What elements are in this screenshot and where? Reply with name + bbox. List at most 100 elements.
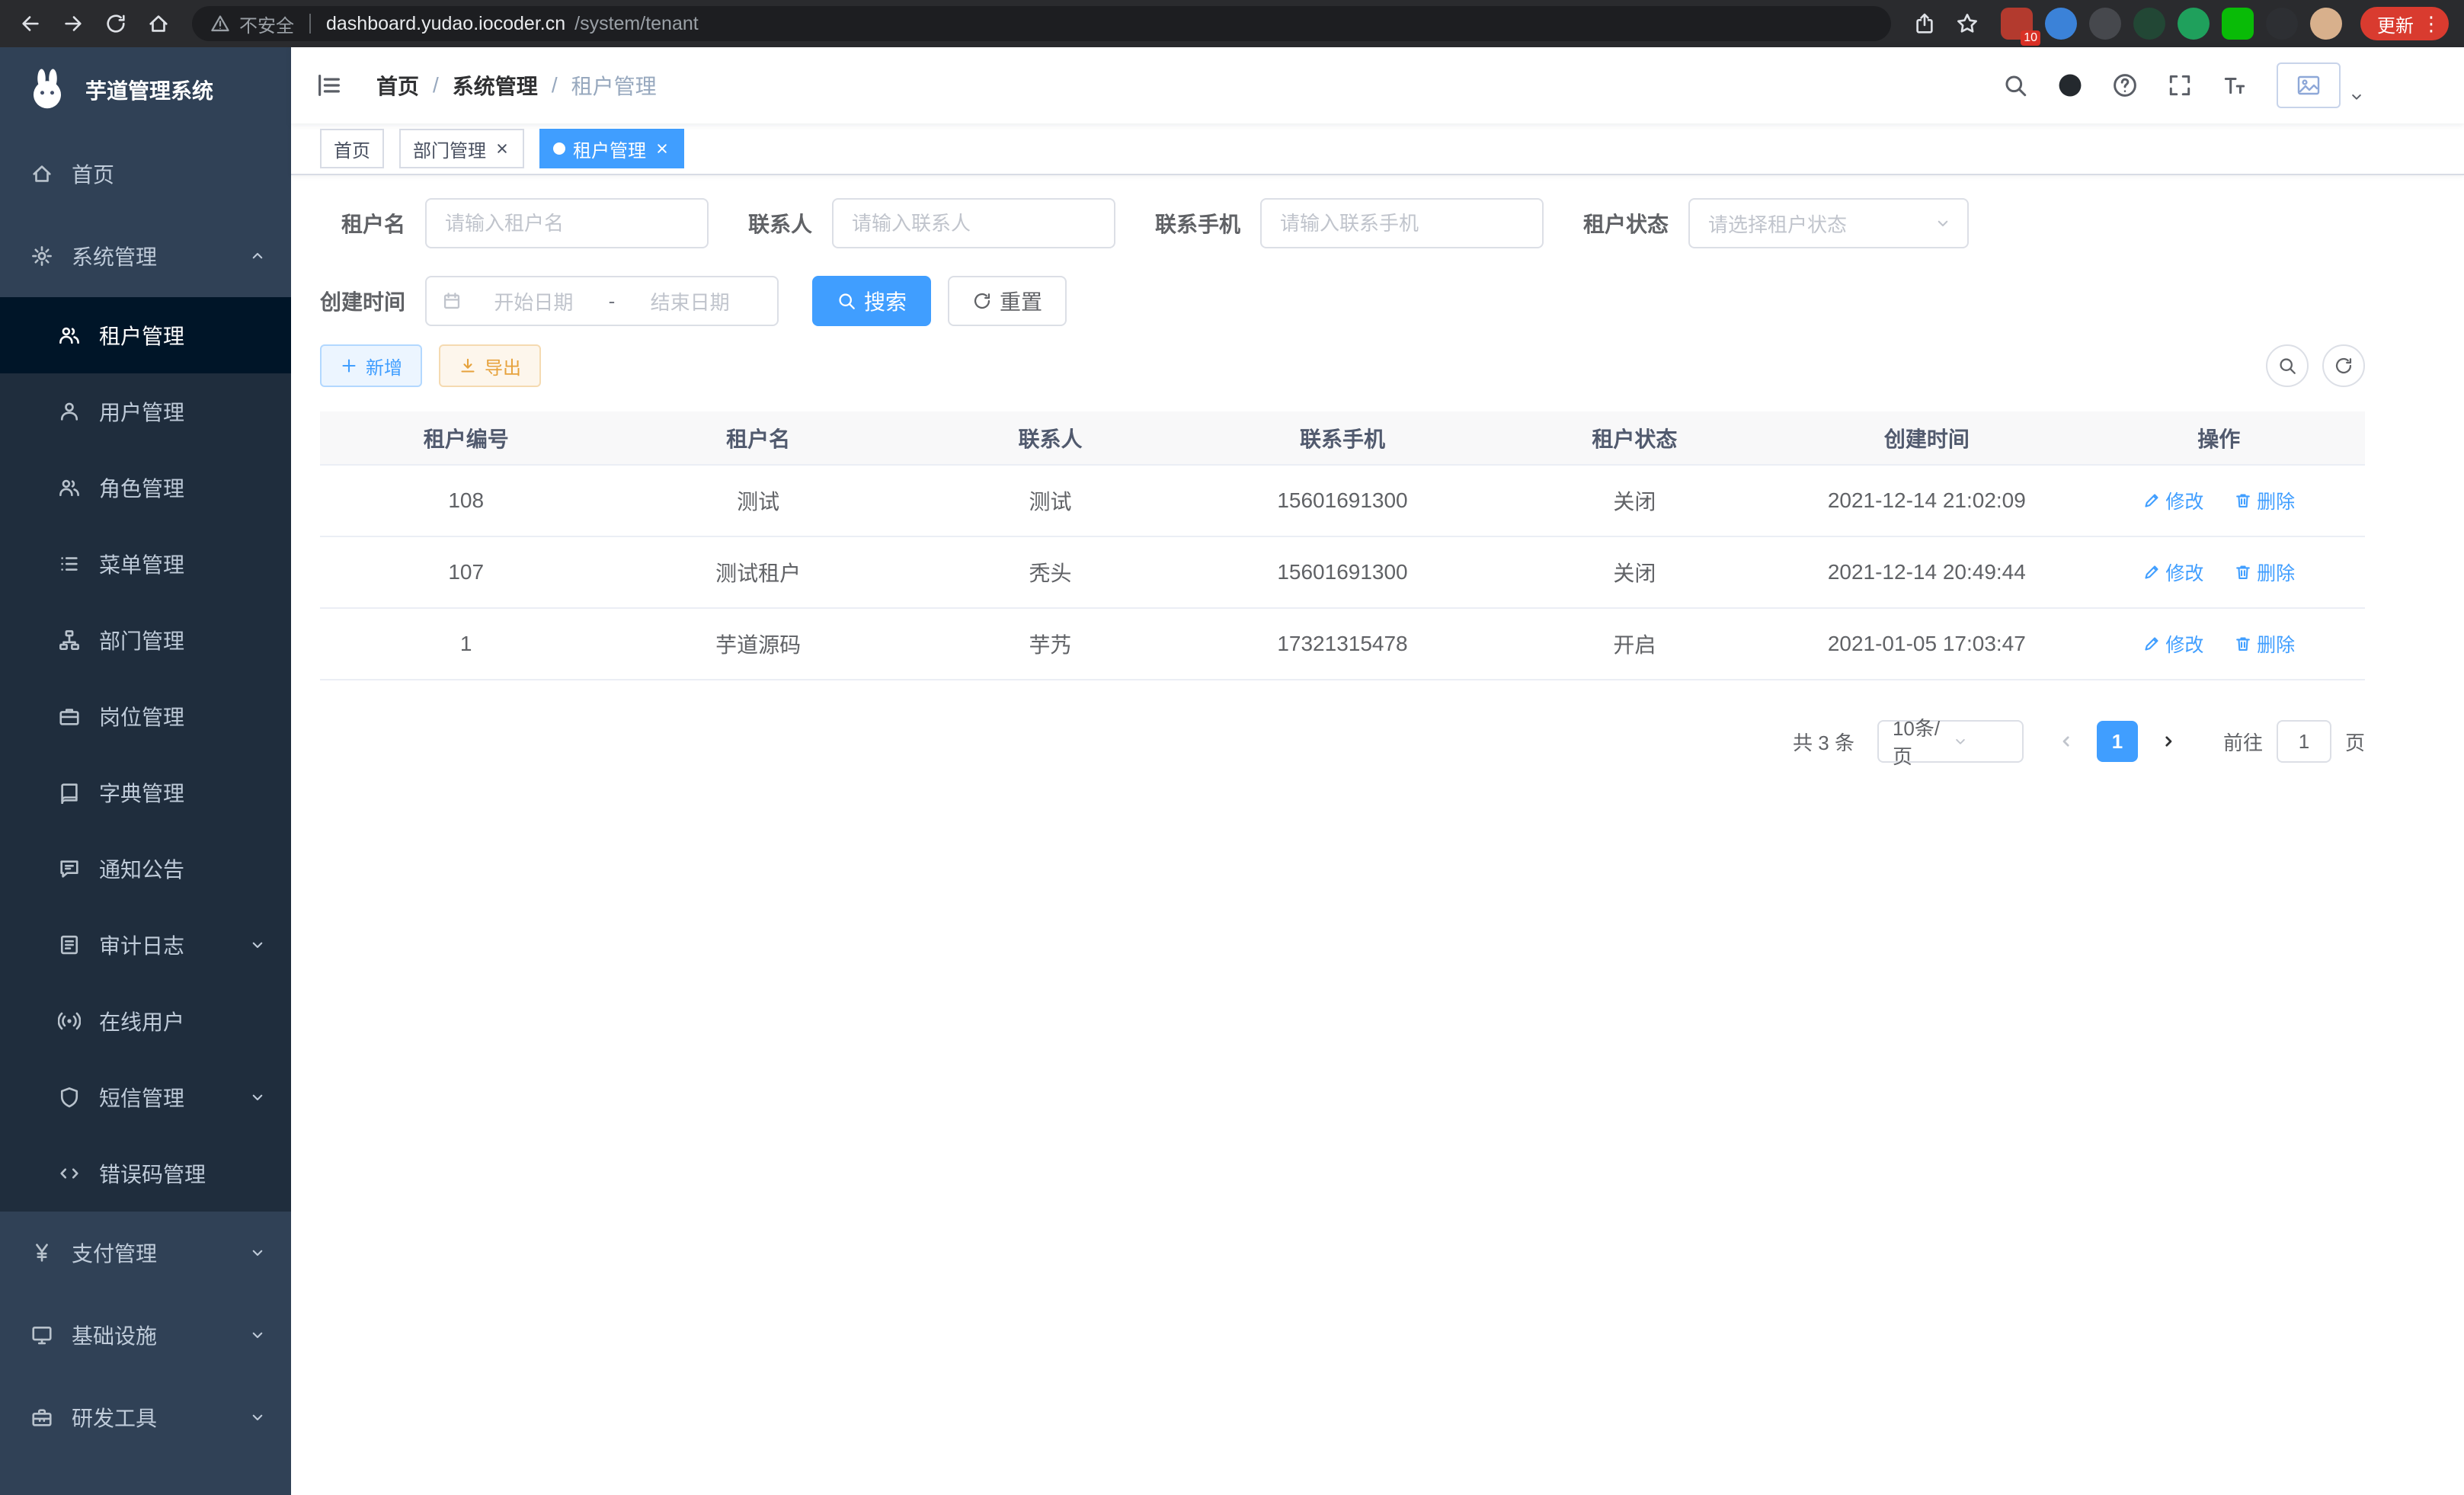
tag-home[interactable]: 首页	[320, 129, 384, 168]
delete-link[interactable]: 删除	[2234, 630, 2295, 658]
sidebar-item-pay[interactable]: 支付管理	[0, 1212, 291, 1294]
close-icon[interactable]	[654, 140, 670, 157]
font-size-button[interactable]	[2222, 72, 2248, 98]
cell-tenant-name: 测试	[612, 465, 904, 536]
browser-home-button[interactable]	[137, 2, 180, 45]
contact-input[interactable]	[832, 198, 1115, 248]
sidebar-toggle-button[interactable]	[291, 47, 367, 123]
user-icon	[58, 400, 81, 423]
add-button[interactable]: 新增	[320, 344, 422, 387]
close-icon[interactable]	[494, 140, 510, 157]
user-avatar-dropdown[interactable]	[2277, 62, 2365, 108]
app-root: 芋道管理系统 首页 系统管理 租户管理 用户管理 角色管理	[0, 47, 2464, 1495]
sidebar-item-audit-log[interactable]: 审计日志	[0, 907, 291, 983]
contact-label: 联系人	[748, 208, 832, 238]
page-size-select[interactable]: 10条/页	[1877, 720, 2024, 763]
sidebar-item-error-code[interactable]: 错误码管理	[0, 1135, 291, 1212]
share-button[interactable]	[1903, 2, 1946, 45]
delete-link[interactable]: 删除	[2234, 487, 2295, 514]
app-logo[interactable]: 芋道管理系统	[0, 47, 291, 133]
extension-icon-3[interactable]	[2089, 8, 2121, 40]
sidebar-item-label: 短信管理	[99, 1082, 184, 1112]
browser-reload-button[interactable]	[94, 2, 137, 45]
extension-icon-1[interactable]: 10	[2001, 8, 2033, 40]
extension-icon-2[interactable]	[2045, 8, 2077, 40]
sidebar-item-post[interactable]: 岗位管理	[0, 678, 291, 754]
next-page-button[interactable]	[2147, 720, 2190, 763]
sidebar-item-menu[interactable]: 菜单管理	[0, 526, 291, 602]
sidebar-item-label: 基础设施	[72, 1320, 157, 1350]
help-button[interactable]	[2112, 72, 2138, 98]
date-end-placeholder: 结束日期	[618, 287, 762, 315]
bookmark-star-button[interactable]	[1946, 2, 1989, 45]
search-button[interactable]: 搜索	[812, 276, 931, 326]
column-header-tenant-name: 租户名	[612, 411, 904, 465]
extension-icon-4[interactable]	[2133, 8, 2165, 40]
chevron-up-icon	[248, 247, 267, 265]
create-time-range-picker[interactable]: 开始日期 - 结束日期	[425, 276, 779, 326]
cell-actions: 修改 删除	[2073, 608, 2365, 680]
sidebar-item-system[interactable]: 系统管理	[0, 215, 291, 297]
tenant-name-input[interactable]	[425, 198, 709, 248]
extension-icon-5[interactable]	[2178, 8, 2210, 40]
sidebar-item-label: 在线用户	[99, 1006, 184, 1036]
sidebar-item-role[interactable]: 角色管理	[0, 450, 291, 526]
update-button[interactable]: 更新 ⋮	[2360, 7, 2449, 40]
tenant-status-select[interactable]: 请选择租户状态	[1688, 198, 1969, 248]
edit-link[interactable]: 修改	[2142, 630, 2203, 658]
sidebar-item-infra[interactable]: 基础设施	[0, 1294, 291, 1376]
browser-profile-avatar[interactable]	[2310, 8, 2342, 40]
cell-created: 2021-12-14 21:02:09	[1781, 465, 2072, 536]
fullscreen-button[interactable]	[2167, 72, 2193, 98]
sidebar-item-label: 用户管理	[99, 396, 184, 427]
cell-tenant-id: 107	[320, 536, 612, 608]
reset-button[interactable]: 重置	[948, 276, 1067, 326]
delete-label: 删除	[2257, 630, 2295, 658]
sidebar-item-label: 审计日志	[99, 930, 184, 960]
extension-icon-7[interactable]	[2266, 8, 2298, 40]
sidebar-item-dict[interactable]: 字典管理	[0, 754, 291, 831]
cell-contact: 秃头	[904, 536, 1196, 608]
sidebar-item-label: 租户管理	[99, 320, 184, 351]
sidebar-item-label: 错误码管理	[99, 1158, 206, 1189]
tag-dept[interactable]: 部门管理	[399, 129, 524, 168]
sidebar-item-sms[interactable]: 短信管理	[0, 1059, 291, 1135]
sidebar-menu: 首页 系统管理 租户管理 用户管理 角色管理 菜单管理	[0, 133, 291, 1495]
extension-icon-6[interactable]	[2222, 8, 2254, 40]
cell-contact: 测试	[904, 465, 1196, 536]
prev-page-button[interactable]	[2045, 720, 2088, 763]
address-bar[interactable]: 不安全 dashboard.yudao.iocoder.cn /system/t…	[192, 6, 1891, 41]
sidebar-item-online-user[interactable]: 在线用户	[0, 983, 291, 1059]
tag-label: 部门管理	[413, 136, 486, 162]
app-header: 首页 / 系统管理 / 租户管理	[291, 47, 2464, 123]
sidebar-item-home[interactable]: 首页	[0, 133, 291, 215]
sidebar-item-dept[interactable]: 部门管理	[0, 602, 291, 678]
refresh-table-button[interactable]	[2322, 344, 2365, 387]
edit-link[interactable]: 修改	[2142, 559, 2203, 586]
browser-back-button[interactable]	[9, 2, 52, 45]
cell-tenant-name: 芋道源码	[612, 608, 904, 680]
edit-link[interactable]: 修改	[2142, 487, 2203, 514]
goto-page-input[interactable]	[2277, 720, 2331, 763]
mobile-input[interactable]	[1260, 198, 1544, 248]
github-link[interactable]	[2057, 72, 2083, 98]
breadcrumb-section[interactable]: 系统管理	[453, 70, 538, 101]
tag-tenant[interactable]: 租户管理	[539, 129, 684, 168]
sidebar-item-dev-tool[interactable]: 研发工具	[0, 1376, 291, 1458]
breadcrumb-home[interactable]: 首页	[376, 70, 419, 101]
role-users-icon	[58, 476, 81, 499]
page-number-button[interactable]: 1	[2097, 721, 2138, 762]
sidebar-item-notice[interactable]: 通知公告	[0, 831, 291, 907]
delete-link[interactable]: 删除	[2234, 559, 2295, 586]
table-tools	[2266, 344, 2365, 387]
sidebar-item-label: 研发工具	[72, 1402, 157, 1433]
toggle-search-button[interactable]	[2266, 344, 2309, 387]
sidebar-item-label: 系统管理	[72, 241, 157, 271]
sidebar-item-user[interactable]: 用户管理	[0, 373, 291, 450]
browser-forward-button[interactable]	[52, 2, 94, 45]
export-button[interactable]: 导出	[439, 344, 541, 387]
sidebar-item-tenant[interactable]: 租户管理	[0, 297, 291, 373]
chevron-down-icon	[248, 936, 267, 954]
header-search-button[interactable]	[2002, 72, 2028, 98]
url-domain: dashboard.yudao.iocoder.cn	[326, 13, 565, 35]
